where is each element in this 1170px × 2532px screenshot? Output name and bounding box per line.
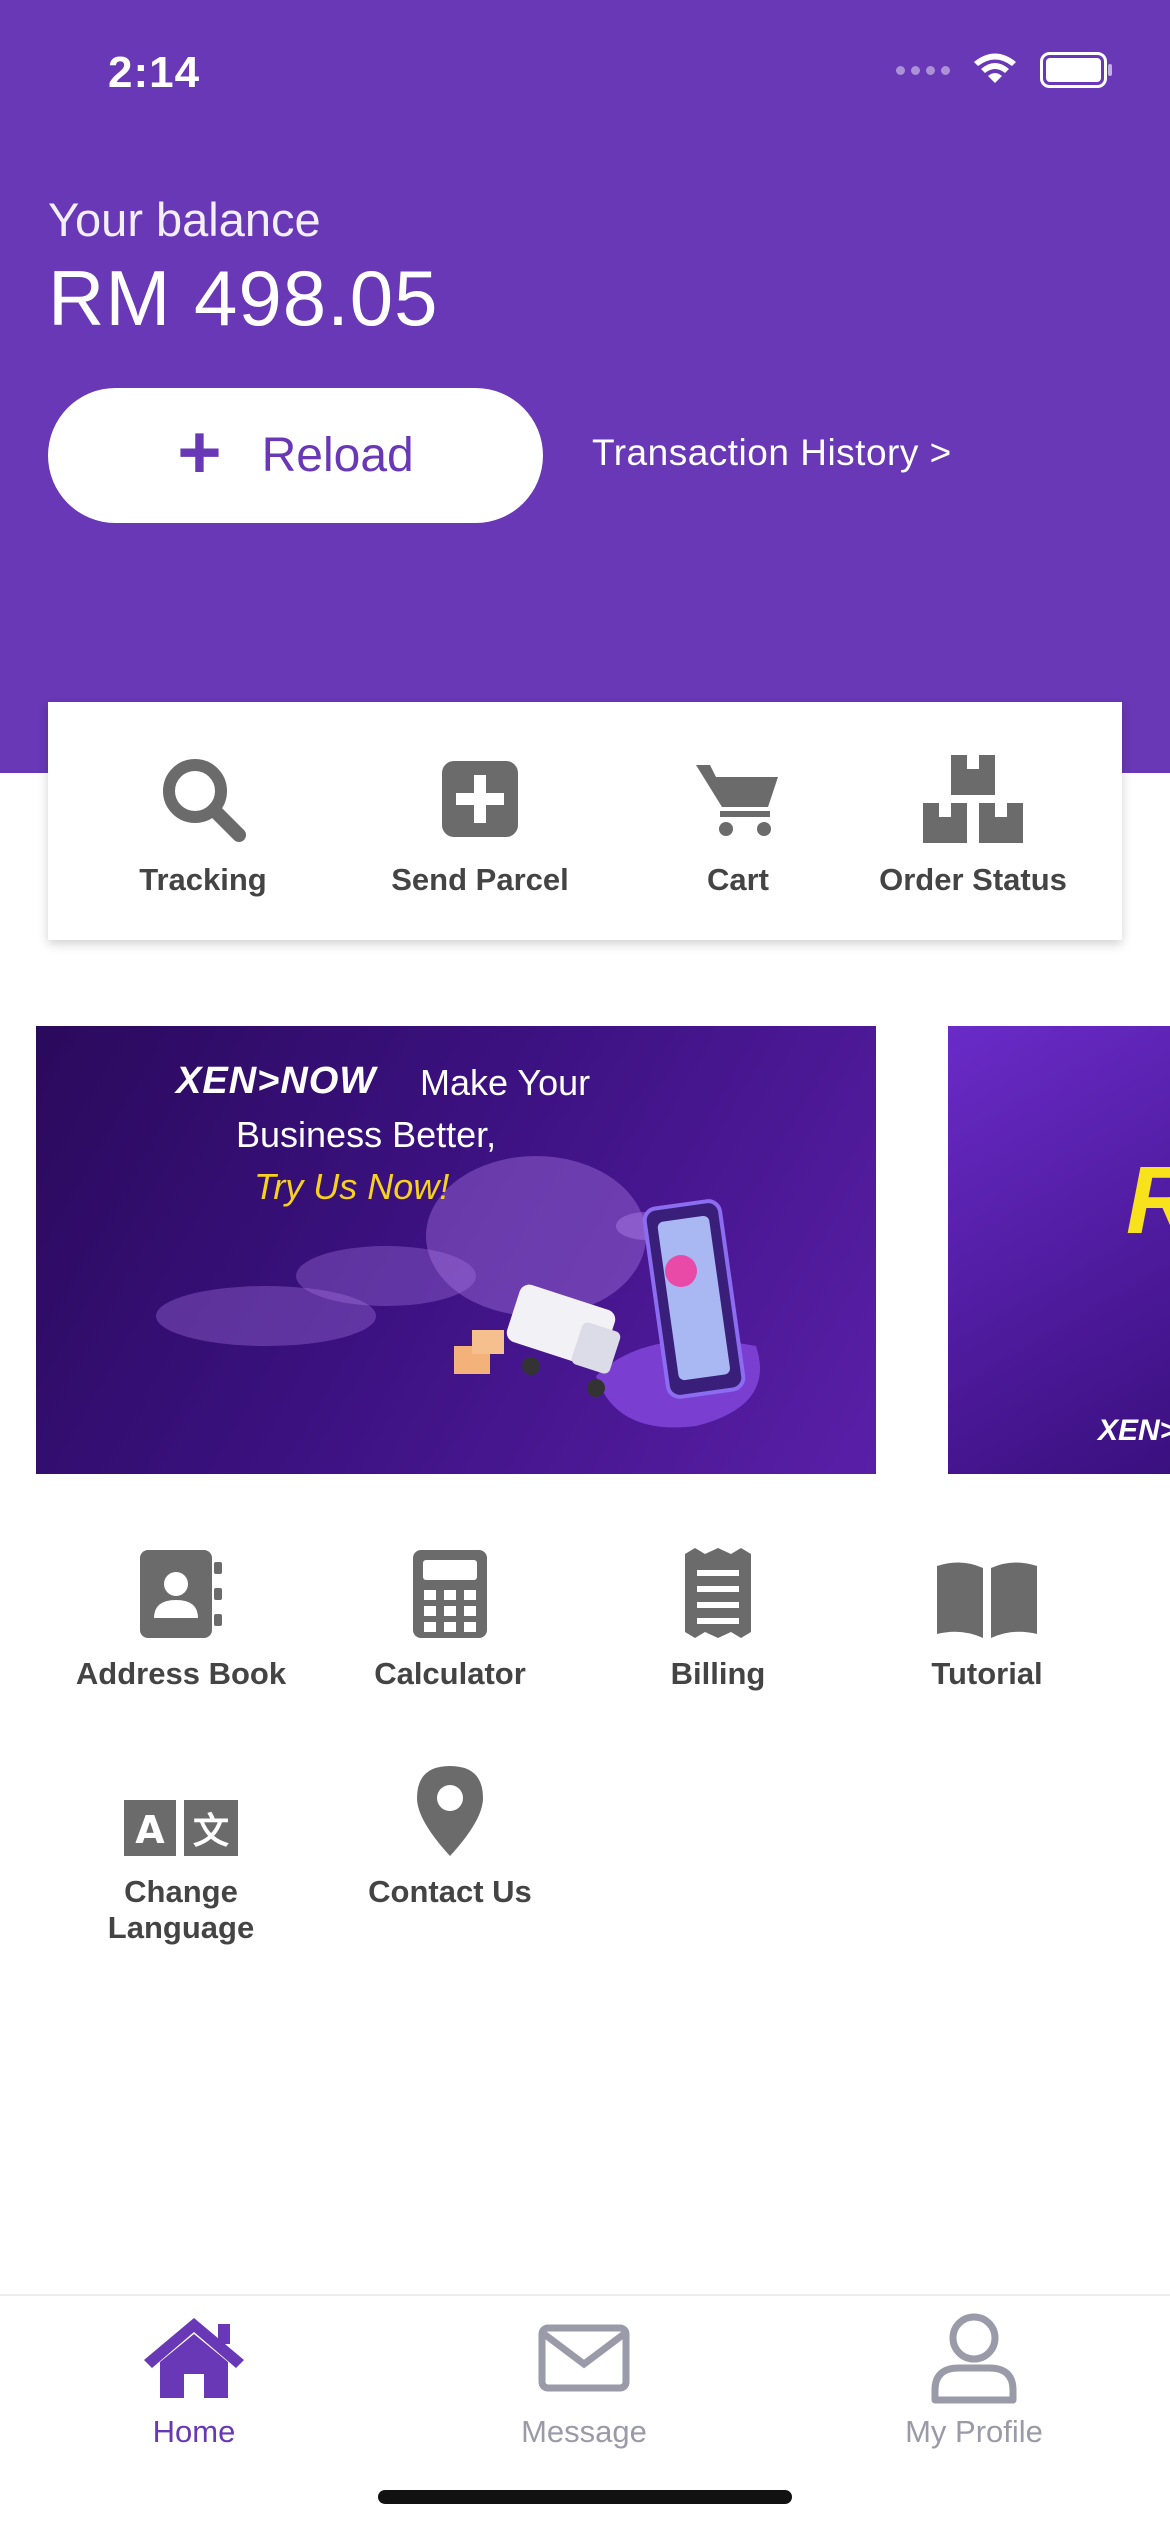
tab-home[interactable]: Home	[44, 2296, 344, 2450]
book-icon	[937, 1562, 1037, 1638]
svg-text:A: A	[135, 1808, 165, 1852]
menu-label: Contact Us	[368, 1874, 532, 1909]
menu-calculator[interactable]: Calculator	[316, 1540, 584, 1692]
plus-icon: +	[177, 409, 222, 495]
balance-label: Your balance	[48, 193, 321, 246]
promo-banner[interactable]: XEN>NOW Make Your Business Better, Try U…	[36, 1026, 876, 1474]
banner-brand: XEN>NOW	[176, 1060, 377, 1102]
envelope-icon	[538, 2324, 630, 2392]
reload-label: Reload	[261, 429, 414, 482]
banner-line-3: Try Us Now!	[254, 1166, 450, 1207]
svg-text:文: 文	[193, 1811, 229, 1852]
battery-icon	[1040, 52, 1112, 88]
banner2-headline: RM	[1126, 1146, 1170, 1256]
quick-action-label: Send Parcel	[391, 862, 569, 897]
menu-address-book[interactable]: Address Book	[47, 1540, 315, 1692]
map-pin-icon	[417, 1766, 483, 1856]
home-icon	[144, 2318, 244, 2398]
reload-button[interactable]: + Reload	[48, 388, 543, 523]
menu-label: Billing	[670, 1656, 766, 1691]
banner-line-2: Business Better,	[236, 1114, 497, 1155]
quick-action-send-parcel[interactable]: Send Parcel	[350, 702, 610, 940]
menu-tutorial[interactable]: Tutorial	[853, 1540, 1121, 1692]
plus-square-icon	[442, 761, 518, 837]
menu-billing[interactable]: Billing	[584, 1540, 852, 1692]
promo-banner-2[interactable]: RM XEN>	[948, 1026, 1170, 1474]
language-icon: A 文	[124, 1800, 238, 1856]
wallet-header	[0, 0, 1170, 773]
menu-contact-us[interactable]: Contact Us	[316, 1758, 584, 1910]
status-time: 2:14	[108, 48, 201, 97]
signal-icon	[896, 65, 950, 75]
receipt-icon	[685, 1548, 751, 1638]
quick-action-label: Order Status	[879, 862, 1067, 897]
menu-change-language[interactable]: A 文 Change Language	[47, 1758, 315, 1946]
quick-action-tracking[interactable]: Tracking	[103, 702, 303, 940]
calculator-icon	[413, 1550, 487, 1638]
boxes-icon	[923, 755, 1023, 843]
quick-action-cart[interactable]: Cart	[648, 702, 828, 940]
home-indicator	[378, 2490, 792, 2504]
tab-label: Home	[152, 2414, 236, 2449]
quick-action-label: Cart	[706, 862, 769, 897]
menu-label: Change Language	[107, 1874, 255, 1945]
menu-label: Tutorial	[931, 1656, 1043, 1691]
menu-label: Calculator	[374, 1656, 526, 1691]
tab-my-profile[interactable]: My Profile	[824, 2296, 1124, 2450]
search-icon	[163, 759, 246, 842]
transaction-history-link[interactable]: Transaction History >	[592, 432, 952, 474]
quick-action-label: Tracking	[139, 862, 267, 897]
banner2-brand: XEN>	[1098, 1414, 1170, 1447]
quick-actions-card: Tracking Send Parcel Cart Order Status	[48, 702, 1122, 940]
balance-value: RM 498.05	[48, 254, 439, 342]
status-icons	[896, 52, 1114, 88]
tab-label: Message	[521, 2414, 647, 2449]
wifi-icon	[974, 53, 1016, 83]
menu-label: Address Book	[75, 1656, 287, 1691]
cart-icon	[696, 765, 778, 836]
user-icon	[931, 2313, 1017, 2404]
quick-action-order-status[interactable]: Order Status	[838, 702, 1108, 940]
tab-message[interactable]: Message	[434, 2296, 734, 2450]
tab-label: My Profile	[905, 2414, 1043, 2449]
address-book-icon	[140, 1550, 222, 1638]
banner-line-1: Make Your	[420, 1062, 591, 1103]
